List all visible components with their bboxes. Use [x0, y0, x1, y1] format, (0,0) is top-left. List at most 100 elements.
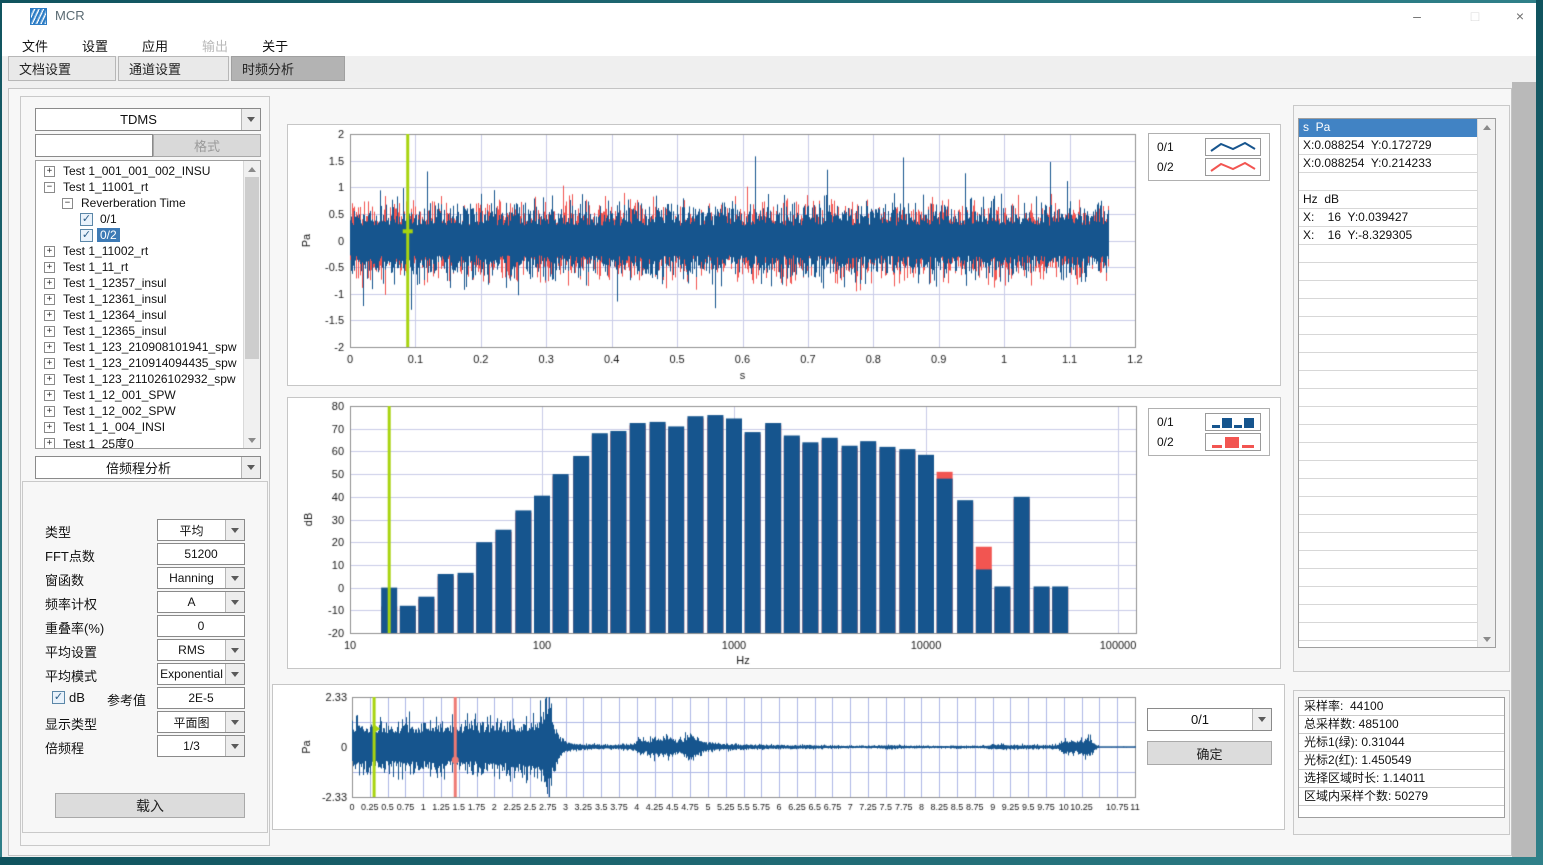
expand-icon[interactable]: + [44, 342, 55, 353]
expand-icon[interactable]: + [44, 422, 55, 433]
checkbox[interactable]: ✓ [80, 229, 93, 242]
maximize-button[interactable]: □ [1452, 0, 1498, 32]
cursor-list-row[interactable] [1299, 353, 1478, 371]
cursor-list-row[interactable] [1299, 443, 1478, 461]
tree-item[interactable]: −Test 1_11001_rt [40, 179, 260, 195]
cursor-list-scrollbar[interactable] [1477, 119, 1495, 647]
cursor-list-row[interactable] [1299, 245, 1478, 263]
tree-item-label[interactable]: Test 1_1_004_INSI [60, 420, 168, 434]
tree-item[interactable]: + Test 1_12364_insul [40, 307, 260, 323]
scroll-up-icon[interactable] [244, 161, 260, 177]
setting-select-9[interactable]: 1/3 [157, 735, 245, 757]
cursor-list-row[interactable] [1299, 515, 1478, 533]
expand-icon[interactable]: + [44, 246, 55, 257]
format-button[interactable]: 格式 [153, 134, 261, 157]
tree-item[interactable]: +Test 1_12_001_SPW [40, 387, 260, 403]
expand-icon[interactable]: + [44, 438, 55, 449]
tree-item[interactable]: + Test 1_11_rt [40, 259, 260, 275]
tree-item[interactable]: +Test 1_123_210908101941_spw [40, 339, 260, 355]
scroll-up-icon[interactable] [1478, 119, 1495, 135]
minimize-button[interactable]: – [1394, 0, 1440, 32]
menu-item-0[interactable]: 文件 [10, 32, 60, 59]
expand-icon[interactable]: + [44, 294, 55, 305]
cursor-list-row[interactable] [1299, 317, 1478, 335]
cursor-list-row[interactable] [1299, 587, 1478, 605]
expand-icon[interactable]: + [44, 374, 55, 385]
octave-chart-canvas[interactable] [289, 399, 1279, 667]
tree-item-label[interactable]: Test 1_25度0 [60, 435, 137, 450]
tree-item[interactable]: + Test 1_123_211026102932_spw [40, 371, 260, 387]
setting-select-3[interactable]: A [157, 591, 245, 613]
cursor-list-row[interactable] [1299, 533, 1478, 551]
time-chart-canvas[interactable] [289, 126, 1279, 384]
overview-chart-canvas[interactable] [274, 686, 1283, 828]
cursor-list-row[interactable] [1299, 623, 1478, 641]
cursor-list-row[interactable] [1299, 371, 1478, 389]
tree-item[interactable]: ✓ 0/2 [40, 227, 260, 243]
scroll-down-icon[interactable] [244, 432, 260, 448]
menu-item-2[interactable]: 应用 [130, 32, 180, 59]
tree-item-label[interactable]: Test 1_11_rt [60, 260, 131, 274]
tree-item-label[interactable]: Test 1_12365_insul [60, 324, 169, 338]
cursor-list-row[interactable] [1299, 407, 1478, 425]
cursor-list-row[interactable] [1299, 281, 1478, 299]
tree-item[interactable]: + Test 1_12361_insul [40, 291, 260, 307]
collapse-icon[interactable]: − [44, 182, 55, 193]
tree-item-label[interactable]: Test 1_12361_insul [60, 292, 169, 306]
menu-item-3[interactable]: 输出 [190, 32, 240, 59]
tree-item[interactable]: +Test 1_11002_rt [40, 243, 260, 259]
cursor-list-row[interactable] [1299, 461, 1478, 479]
cursor-list-row[interactable] [1299, 173, 1478, 191]
expand-icon[interactable]: + [44, 310, 55, 321]
expand-icon[interactable]: + [44, 390, 55, 401]
expand-icon[interactable]: + [44, 278, 55, 289]
tree-item[interactable]: +Test 1_12_002_SPW [40, 403, 260, 419]
tree-item[interactable]: −Reverberation Time [40, 195, 260, 211]
tree-item[interactable]: + Test 1_25度0 [40, 435, 260, 449]
filter-input[interactable] [35, 134, 153, 157]
tree-item-label[interactable]: 0/1 [97, 212, 120, 226]
expand-icon[interactable]: + [44, 326, 55, 337]
tree-item[interactable]: ✓ 0/1 [40, 211, 260, 227]
cursor-list-row[interactable] [1299, 299, 1478, 317]
tree-scrollbar-thumb[interactable] [245, 177, 259, 359]
cursor-list-row[interactable]: X:0.088254 Y:0.214233 [1299, 155, 1478, 173]
tree-item-label[interactable]: Test 1_12357_insul [60, 276, 169, 290]
tree-item-label[interactable]: Reverberation Time [78, 196, 189, 210]
tree-item-label[interactable]: Test 1_11001_rt [60, 180, 151, 194]
overview-channel-select[interactable]: 0/1 [1147, 708, 1272, 731]
cursor-list-row[interactable] [1299, 479, 1478, 497]
checkbox[interactable]: ✓ [80, 213, 93, 226]
setting-input-7[interactable]: 2E-5 [157, 687, 245, 709]
cursor-list-row[interactable]: X: 16 Y:0.039427 [1299, 209, 1478, 227]
tree-item[interactable]: + Test 1_12365_insul [40, 323, 260, 339]
expand-icon[interactable]: + [44, 358, 55, 369]
confirm-button[interactable]: 确定 [1147, 741, 1272, 765]
setting-select-5[interactable]: RMS [157, 639, 245, 661]
scroll-down-icon[interactable] [1478, 631, 1495, 647]
cursor-list-row[interactable]: X: 16 Y:-8.329305 [1299, 227, 1478, 245]
menu-item-4[interactable]: 关于 [250, 32, 300, 59]
setting-select-8[interactable]: 平面图 [157, 711, 245, 733]
tree-item-label[interactable]: Test 1_123_211026102932_spw [60, 372, 239, 386]
tree-item[interactable]: + Test 1_12357_insul [40, 275, 260, 291]
cursor-list-row[interactable]: Hz dB [1299, 191, 1478, 209]
tree-item-label[interactable]: 0/2 [97, 228, 120, 242]
expand-icon[interactable]: + [44, 406, 55, 417]
tab-通道设置[interactable]: 通道设置 [118, 56, 229, 81]
setting-select-0[interactable]: 平均 [157, 519, 245, 541]
tree-item-label[interactable]: Test 1_12364_insul [60, 308, 169, 322]
expand-icon[interactable]: + [44, 262, 55, 273]
tree-item-label[interactable]: Test 1_123_210914094435_spw [60, 356, 239, 370]
cursor-list-row[interactable] [1299, 497, 1478, 515]
cursor-list-row[interactable] [1299, 335, 1478, 353]
cursor-list-row[interactable] [1299, 425, 1478, 443]
cursor-list-row[interactable] [1299, 389, 1478, 407]
tree-scrollbar[interactable] [243, 161, 260, 448]
menu-item-1[interactable]: 设置 [70, 32, 120, 59]
cursor-list-row[interactable] [1299, 605, 1478, 623]
cursor-list-row[interactable] [1299, 569, 1478, 587]
db-checkbox[interactable]: ✓ [52, 691, 65, 704]
analysis-type-select[interactable]: 倍频程分析 [35, 456, 261, 479]
cursor-list-row[interactable]: s Pa [1299, 119, 1478, 137]
